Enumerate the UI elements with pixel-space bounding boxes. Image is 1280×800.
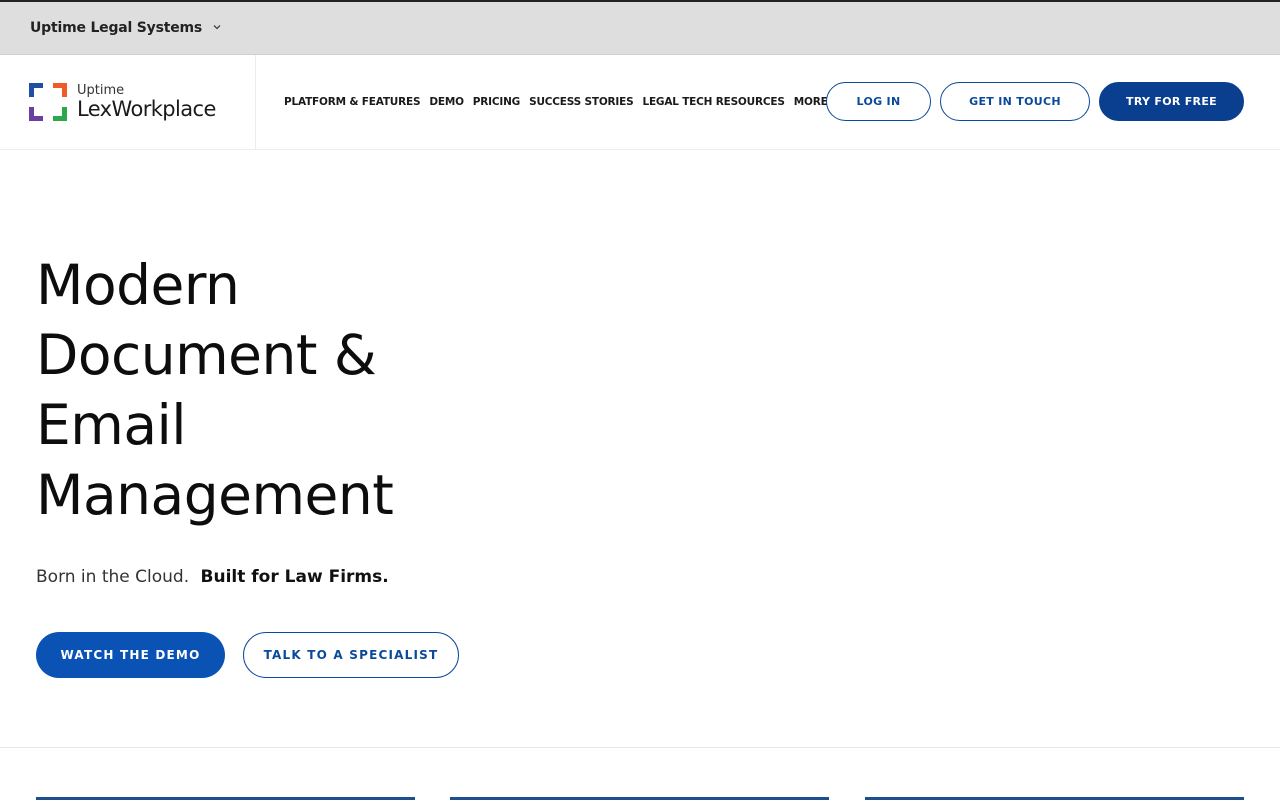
logo-container: Uptime LexWorkplace (0, 54, 256, 150)
nav-legal-tech-resources[interactable]: LEGAL TECH RESOURCES (642, 96, 784, 108)
top-utility-bar: Uptime Legal Systems (0, 0, 1280, 55)
get-in-touch-button[interactable]: GET IN TOUCH (940, 82, 1090, 121)
company-switcher[interactable]: Uptime Legal Systems (30, 20, 222, 36)
lexworkplace-logo-icon (29, 83, 67, 121)
nav-demo[interactable]: DEMO (429, 96, 464, 108)
logo-wordmark: Uptime LexWorkplace (77, 84, 216, 120)
logo-uptime-text: Uptime (77, 83, 125, 98)
hero-title-line: Modern (36, 253, 240, 317)
hero-title-line: Management (36, 463, 394, 527)
login-button[interactable]: LOG IN (826, 82, 931, 121)
section-divider (0, 747, 1280, 748)
nav-success-stories[interactable]: SUCCESS STORIES (529, 96, 634, 108)
hero-subtitle-light: Born in the Cloud. (36, 567, 190, 587)
nav-platform-features[interactable]: PLATFORM & FEATURES (284, 96, 421, 108)
hero-subtitle-bold: Built for Law Firms. (200, 567, 389, 587)
hero-title-line: Document & (36, 323, 377, 387)
logo-brand-text: LexWorkplace (77, 97, 216, 121)
watch-demo-button[interactable]: WATCH THE DEMO (36, 632, 225, 678)
hero-title-line: Email (36, 393, 187, 457)
hero-title: Modern Document & Email Management (36, 250, 556, 530)
company-name: Uptime Legal Systems (30, 20, 203, 36)
primary-nav: PLATFORM & FEATURES DEMO PRICING SUCCESS… (284, 96, 828, 108)
nav-pricing[interactable]: PRICING (473, 96, 521, 108)
site-logo[interactable]: Uptime LexWorkplace (29, 83, 216, 121)
chevron-down-icon (213, 25, 221, 30)
nav-more[interactable]: MORE (794, 96, 828, 108)
try-for-free-button[interactable]: TRY FOR FREE (1099, 82, 1244, 121)
talk-to-specialist-button[interactable]: TALK TO A SPECIALIST (243, 632, 459, 678)
hero-subtitle: Born in the Cloud. Built for Law Firms. (36, 567, 389, 587)
